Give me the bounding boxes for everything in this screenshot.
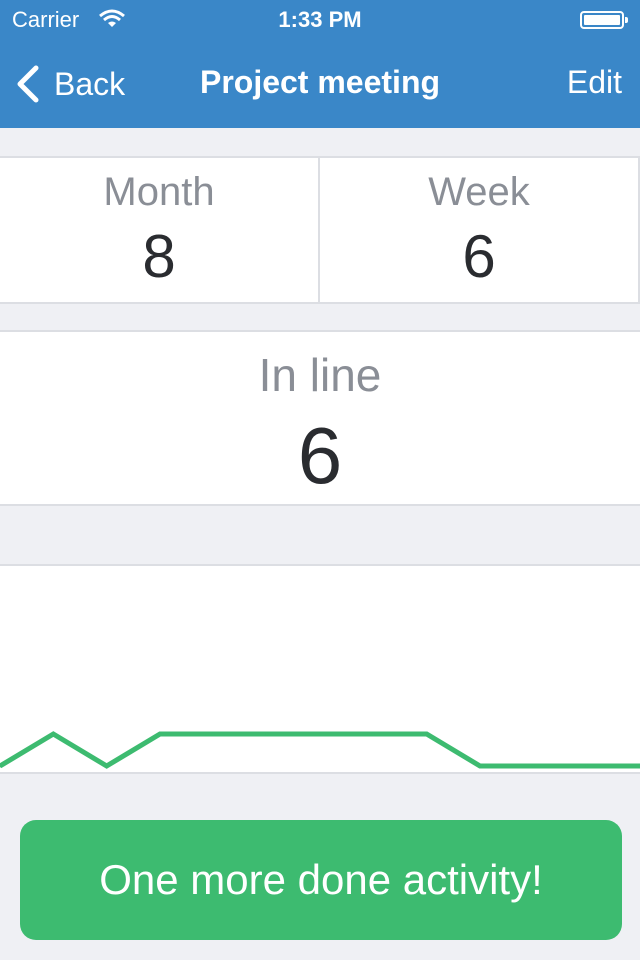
chart-point <box>531 764 535 768</box>
chart-point <box>425 732 429 736</box>
stats-row: Month 8 Week 6 <box>0 156 640 304</box>
navigation-bar: Back Project meeting Edit <box>0 40 640 128</box>
chart-point <box>585 764 589 768</box>
chart-point <box>51 732 55 736</box>
chart-series-line-0 <box>0 731 640 769</box>
activity-chart <box>0 564 640 774</box>
week-stat: Week 6 <box>320 158 640 302</box>
one-more-done-button[interactable]: One more done activity! <box>20 820 622 940</box>
chart-point <box>158 732 162 736</box>
chart-point <box>318 732 322 736</box>
month-value: 8 <box>142 223 176 290</box>
in-line-value: 6 <box>297 411 343 500</box>
chart-point <box>211 732 215 736</box>
in-line-label: In line <box>258 349 382 401</box>
chart-point <box>478 764 482 768</box>
activity-line-chart <box>0 731 640 769</box>
status-bar: Carrier 1:33 PM <box>0 0 640 40</box>
battery-icon <box>580 11 628 29</box>
page-title: Project meeting <box>199 64 441 100</box>
week-value: 6 <box>462 223 496 290</box>
chart-point <box>265 732 269 736</box>
status-time: 1:33 PM <box>278 7 362 32</box>
chart-point <box>105 764 109 768</box>
week-label: Week <box>428 170 530 214</box>
in-line-card: In line 6 <box>0 330 640 506</box>
month-label: Month <box>103 170 215 214</box>
chart-point <box>371 732 375 736</box>
edit-button[interactable]: Edit <box>567 64 622 101</box>
month-stat: Month 8 <box>0 158 320 302</box>
